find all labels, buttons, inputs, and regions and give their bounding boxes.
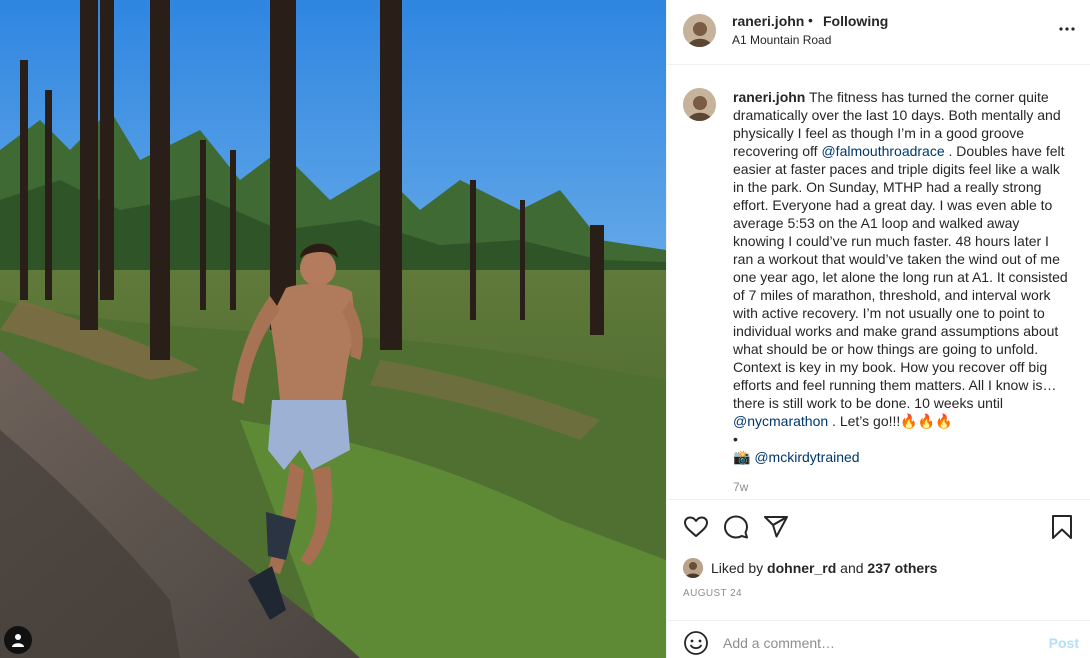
avatar[interactable]: [683, 14, 716, 47]
likes-connector: and: [840, 560, 864, 576]
save-button[interactable]: [1049, 514, 1075, 540]
post-time-ago: 7w: [733, 480, 749, 494]
smiley-icon: [684, 631, 708, 655]
caption-text: efforts and feel running them matters. A…: [733, 377, 1057, 393]
username-link[interactable]: raneri.john: [732, 13, 804, 29]
likes-summary: Liked by dohner_rd and 237 others: [683, 556, 937, 580]
caption-text: effort. Everyone had a great day. I was …: [733, 197, 1053, 213]
separator-dot: •: [808, 12, 813, 28]
runner-trail-image: [0, 0, 666, 658]
post-actions-bar: [667, 500, 1090, 552]
more-options-icon: [1059, 27, 1075, 31]
following-button[interactable]: Following: [823, 13, 888, 29]
mention-nycmarathon[interactable]: @nycmarathon: [733, 413, 828, 429]
likes-others-link[interactable]: 237 others: [867, 560, 937, 576]
caption-text: there is still work to be done. 10 weeks…: [733, 395, 1004, 411]
heart-icon: [684, 516, 708, 537]
caption-text: physically I feel as though I’m in a goo…: [733, 125, 1025, 141]
user-tag-button[interactable]: [4, 626, 32, 654]
post-date: AUGUST 24: [683, 588, 742, 599]
caption-text: . Let’s go!!!🔥🔥🔥: [832, 413, 953, 429]
caption-text: easier at faster paces and triple digits…: [733, 161, 1060, 177]
caption-text: average 5:53 on the A1 loop and walked a…: [733, 215, 1020, 231]
post-comment-button[interactable]: Post: [1049, 635, 1079, 651]
emoji-button[interactable]: [683, 630, 709, 656]
avatar[interactable]: [683, 558, 703, 578]
likes-prefix: Liked by: [711, 560, 764, 576]
post-caption: raneri.john The fitness has turned the c…: [733, 88, 1083, 466]
caption-text: recovering off: [733, 143, 818, 159]
caption-section: raneri.john The fitness has turned the c…: [667, 66, 1090, 500]
camera-emoji: 📸: [733, 449, 751, 465]
caption-text: dramatically over the last 10 days. Both…: [733, 107, 1061, 123]
caption-bullet: •: [733, 431, 738, 447]
post-side-panel: raneri.john • Following A1 Mountain Road…: [666, 0, 1090, 658]
caption-text: one year ago, let alone the long run at …: [733, 269, 1068, 285]
avatar[interactable]: [683, 88, 716, 121]
comment-icon: [724, 515, 748, 539]
caption-text: of 7 miles of marathon, threshold, and i…: [733, 287, 1051, 303]
caption-text: The fitness has turned the corner quite: [809, 89, 1049, 105]
caption-text: Context is key in my book. How you recov…: [733, 359, 1048, 375]
user-tag-icon: [12, 634, 24, 647]
caption-text: . Doubles have felt: [948, 143, 1065, 159]
caption-text: individual works and make grand assumpti…: [733, 323, 1059, 339]
caption-text: knowing I could’ve run much faster. 48 h…: [733, 233, 1049, 249]
caption-text: what should be or how things are going t…: [733, 341, 1039, 357]
paper-plane-icon: [764, 516, 788, 538]
caption-text: with active recovery. I’m not usually on…: [733, 305, 1045, 321]
more-options-button[interactable]: [1057, 19, 1077, 39]
comment-input[interactable]: [723, 633, 1023, 653]
location-link[interactable]: A1 Mountain Road: [732, 33, 831, 47]
post-photo[interactable]: [0, 0, 666, 658]
add-comment-bar: Post: [667, 620, 1090, 658]
caption-username[interactable]: raneri.john: [733, 89, 805, 105]
bookmark-icon: [1052, 515, 1072, 539]
mention-mckirdytrained[interactable]: @mckirdytrained: [754, 449, 859, 465]
post-header: raneri.john • Following A1 Mountain Road: [667, 0, 1090, 65]
like-button[interactable]: [683, 514, 709, 540]
comment-button[interactable]: [723, 514, 749, 540]
mention-falmouthroadrace[interactable]: @falmouthroadrace: [821, 143, 944, 159]
caption-text: ran a workout that would’ve taken the wi…: [733, 251, 1060, 267]
share-button[interactable]: [763, 514, 789, 540]
liker-username[interactable]: dohner_rd: [767, 560, 836, 576]
caption-text: in the park. On Sunday, MTHP had a reall…: [733, 179, 1042, 195]
instagram-post-modal: raneri.john • Following A1 Mountain Road…: [0, 0, 1090, 658]
